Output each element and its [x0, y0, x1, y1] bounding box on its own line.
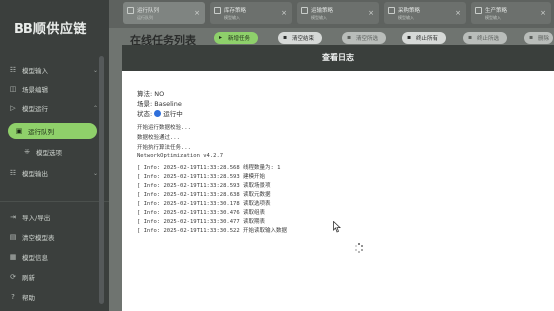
log-line: [ Info: 2025-02-19T11:33:30.178 读取选项表: [137, 201, 271, 207]
log-line: [ Info: 2025-02-19T11:33:30.522 开始读取输入数据: [137, 228, 287, 234]
clear-selected-button[interactable]: ▪ 清空所选: [342, 32, 387, 44]
log-line: [ Info: 2025-02-19T11:33:28.638 读取元数据: [137, 192, 271, 198]
sidebar-item-clear-tables[interactable]: ▤ 清空模型表: [8, 229, 98, 245]
button-label: 终止所有: [416, 36, 439, 42]
sidebar-item-run-queue[interactable]: ▣ 运行队列: [8, 123, 97, 139]
mouse-cursor-icon: [333, 221, 341, 233]
modal-title: 查看日志: [322, 53, 354, 62]
tab-production-policy[interactable]: 生产策略 模型输入 ×: [471, 2, 551, 24]
sidebar-item-import-export[interactable]: ⇥ 导入/导出: [8, 209, 98, 225]
tab-icon: [388, 7, 395, 14]
close-icon[interactable]: ×: [368, 9, 374, 17]
log-line: 开始执行算法任务...: [137, 145, 191, 151]
close-icon[interactable]: ×: [194, 9, 200, 17]
trash-icon: ▤: [9, 233, 17, 241]
sidebar-item-label: 清空模型表: [22, 234, 55, 242]
log-line: [ Info: 2025-02-19T11:33:28.593 建模开始: [137, 174, 265, 180]
clear-icon: ▪: [283, 34, 288, 41]
log-modal: 算法: NO 场景: Baseline 状态: 运行中 开始运行数据校验... …: [122, 71, 554, 311]
close-icon[interactable]: ×: [281, 9, 287, 17]
queue-icon: ▣: [15, 127, 23, 135]
sidebar-item-model-options[interactable]: ⁜ 模型选项: [22, 144, 98, 160]
sidebar-item-label: 模型运行: [22, 105, 48, 113]
sidebar-item-label: 运行队列: [28, 128, 54, 136]
sidebar-item-label: 模型输出: [22, 170, 48, 178]
sidebar-divider: [0, 201, 109, 202]
status-value: 运行中: [163, 110, 183, 118]
tab-inventory-policy[interactable]: 库存策略 模型输入 ×: [210, 2, 292, 24]
sidebar-scrollbar[interactable]: [99, 56, 104, 304]
tab-transport-policy[interactable]: 运输策略 模型输入 ×: [297, 2, 379, 24]
clear-icon: ▪: [347, 34, 352, 41]
brand-mark: BB: [14, 22, 33, 37]
brand-logo: BB顺供应链: [14, 18, 87, 37]
sidebar-item-label: 模型信息: [22, 254, 48, 262]
delete-button[interactable]: ▪ 删除: [524, 32, 554, 44]
sidebar-item-refresh[interactable]: ⟳ 刷新: [8, 269, 98, 285]
chevron-up-icon: ⌃: [92, 104, 98, 112]
play-icon: ▷: [10, 104, 16, 112]
modal-header: 查看日志: [122, 45, 554, 71]
log-line: [ Info: 2025-02-19T11:33:30.477 读取期表: [137, 219, 265, 225]
list-icon: ☷: [9, 169, 17, 177]
layers-icon: ◫: [9, 85, 17, 93]
tab-run-queue[interactable]: 运行队列 运行队列 ×: [123, 2, 205, 24]
log-line: [ Info: 2025-02-19T11:33:28.568 线程数量为: 1: [137, 165, 281, 171]
sidebar-item-label: 导入/导出: [22, 214, 51, 222]
status-info: 状态: 运行中: [137, 108, 183, 118]
stop-all-button[interactable]: ▪ 终止所有: [402, 32, 447, 44]
scenario-info: 场景: Baseline: [137, 100, 182, 108]
sidebar-item-model-output[interactable]: ☷ 模型输出 ⌄: [8, 165, 98, 181]
algorithm-info: 算法: NO: [137, 90, 165, 98]
sidebar-item-scenario-edit[interactable]: ◫ 场景编辑: [8, 81, 98, 97]
options-icon: ⁜: [24, 148, 30, 156]
add-task-button[interactable]: ▸ 新增任务: [214, 32, 259, 44]
stop-selected-button[interactable]: ▪ 终止所选: [463, 32, 508, 44]
tab-icon: [301, 7, 308, 14]
log-line: [ Info: 2025-02-19T11:33:28.593 读取场景项: [137, 183, 271, 189]
status-label: 状态:: [137, 110, 153, 118]
button-label: 清空所选: [356, 36, 379, 42]
info-icon: ▦: [9, 253, 17, 261]
chevron-down-icon: ⌄: [92, 169, 98, 177]
tab-icon: [475, 7, 482, 14]
chevron-down-icon: ⌄: [92, 66, 98, 74]
tab-icon: [214, 7, 221, 14]
sidebar-item-label: 模型选项: [36, 149, 62, 157]
help-icon: ?: [11, 293, 15, 301]
sidebar: BB顺供应链 ☷ 模型输入 ⌄ ◫ 场景编辑 ▷ 模型运行 ⌃ ▣ 运行队列 ⁜…: [0, 0, 109, 311]
refresh-icon: ⟳: [10, 273, 16, 281]
clear-finished-button[interactable]: ▪ 清空结束: [278, 32, 323, 44]
button-label: 终止所选: [477, 36, 500, 42]
close-icon[interactable]: ×: [540, 9, 546, 17]
list-icon: ☷: [9, 66, 17, 74]
running-icon: [154, 110, 162, 117]
button-label: 新增任务: [228, 36, 251, 42]
close-icon[interactable]: ×: [455, 9, 461, 17]
sidebar-item-label: 刷新: [22, 274, 35, 282]
log-line: [ Info: 2025-02-19T11:33:30.476 读取组表: [137, 210, 265, 216]
sidebar-item-label: 场景编辑: [22, 86, 48, 94]
loading-spinner-icon: [354, 243, 364, 253]
log-line: 数据校验通过...: [137, 135, 180, 141]
log-line: NetworkOptimization v4.2.7: [137, 153, 224, 159]
tab-procurement-policy[interactable]: 采购策略 模型输入 ×: [384, 2, 466, 24]
button-label: 删除: [538, 36, 550, 42]
stop-icon: ▪: [468, 34, 473, 41]
play-icon: ▸: [219, 34, 223, 41]
tab-bar: 运行队列 运行队列 × 库存策略 模型输入 × 运输策略 模型输入 × 采购策略…: [109, 0, 554, 28]
sidebar-item-model-run[interactable]: ▷ 模型运行 ⌃: [8, 100, 98, 116]
stop-icon: ▪: [407, 34, 412, 41]
import-icon: ⇥: [10, 213, 16, 221]
tab-icon: [127, 7, 134, 14]
sidebar-item-help[interactable]: ? 帮助: [8, 289, 98, 305]
brand-text: 顺供应链: [32, 22, 87, 37]
sidebar-item-label: 模型输入: [22, 67, 48, 75]
sidebar-item-model-info[interactable]: ▦ 模型信息: [8, 249, 98, 265]
button-label: 清空结束: [292, 36, 315, 42]
delete-icon: ▪: [529, 34, 534, 41]
sidebar-item-model-input[interactable]: ☷ 模型输入 ⌄: [8, 62, 98, 78]
log-line: 开始运行数据校验...: [137, 125, 191, 131]
sidebar-item-label: 帮助: [22, 294, 35, 302]
